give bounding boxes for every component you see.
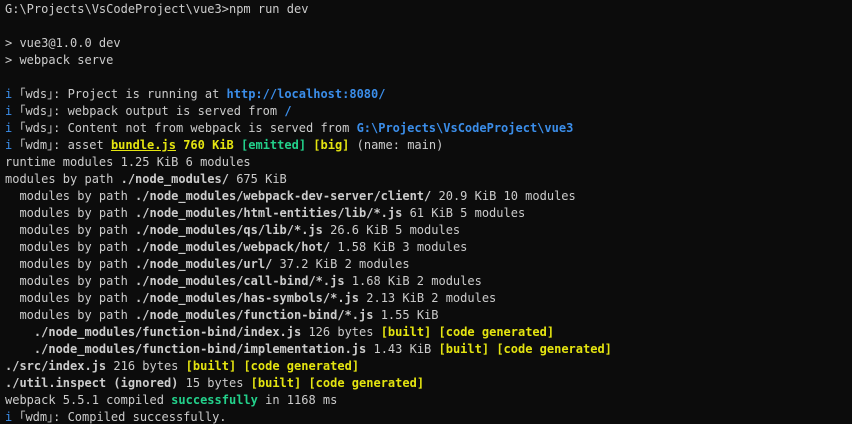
terminal-line: ./node_modules/function-bind/index.js 12…: [5, 324, 852, 341]
terminal-text: modules by path: [5, 257, 136, 271]
terminal-text: 216 bytes: [106, 359, 186, 373]
terminal-text: ./node_modules/qs/lib/*.js: [135, 223, 323, 237]
terminal-line: modules by path ./node_modules/ 675 KiB: [5, 171, 852, 188]
terminal-text: ./node_modules/webpack-dev-server/client…: [135, 189, 432, 203]
terminal-line: > webpack serve: [5, 52, 852, 69]
terminal-text: > vue3@1.0.0 dev: [5, 36, 121, 50]
terminal-text: [code generated]: [438, 325, 555, 339]
terminal-text: ./util.inspect (ignored): [5, 376, 179, 390]
terminal-text: 61 KiB 5 modules: [402, 206, 526, 220]
terminal-line: G:\Projects\VsCodeProject\vue3>npm run d…: [5, 1, 852, 18]
terminal-text: [emitted]: [241, 138, 307, 152]
terminal-text: [code generated]: [243, 359, 360, 373]
terminal-text: ｢wdm｣: Compiled successfully.: [19, 410, 227, 424]
terminal-text: modules by path: [5, 274, 136, 288]
terminal-text: ./node_modules/webpack/hot/: [135, 240, 331, 254]
terminal-text: [code generated]: [496, 342, 612, 356]
terminal-text: modules by path: [5, 308, 136, 322]
terminal-text: 675 KiB: [228, 172, 287, 186]
terminal-line: i ｢wds｣: webpack output is served from /: [5, 103, 852, 120]
terminal-text: modules by path: [5, 189, 136, 203]
terminal-line: i ｢wdm｣: asset bundle.js 760 KiB [emitte…: [5, 137, 852, 154]
terminal-text: 1.55 KiB: [373, 308, 439, 322]
terminal-line: ./src/index.js 216 bytes [built] [code g…: [5, 358, 852, 375]
terminal-text: [built]: [380, 325, 432, 339]
terminal-text: ./node_modules/url/: [135, 257, 273, 271]
terminal-text: 1.58 KiB 3 modules: [330, 240, 468, 254]
terminal-text: ./node_modules/: [120, 172, 229, 186]
terminal-text: ./node_modules/function-bind/*.js: [135, 308, 374, 322]
terminal-text: modules by path: [5, 223, 136, 237]
terminal-text: i: [5, 87, 20, 101]
terminal-text: in 1168 ms: [257, 393, 338, 407]
terminal-line: modules by path ./node_modules/function-…: [5, 307, 852, 324]
terminal-text: i: [5, 410, 20, 424]
terminal-text: [built]: [438, 342, 490, 356]
terminal-line: modules by path ./node_modules/call-bind…: [5, 273, 852, 290]
terminal-text: ｢wdm｣: asset: [19, 138, 111, 152]
terminal-text: ｢wds｣: Content not from webpack is serve…: [19, 121, 357, 135]
terminal-text: i: [5, 104, 20, 118]
terminal-text: runtime modules 1.25 KiB 6 modules: [5, 155, 251, 169]
terminal-text: ｢wds｣: webpack output is served from: [19, 104, 285, 118]
terminal-text: ./node_modules/html-entities/lib/*.js: [135, 206, 403, 220]
terminal-text: successfully: [171, 393, 258, 407]
terminal-text: > webpack serve: [5, 53, 114, 67]
terminal-text: webpack 5.5.1 compiled: [5, 393, 172, 407]
terminal-line: modules by path ./node_modules/url/ 37.2…: [5, 256, 852, 273]
terminal-line: modules by path ./node_modules/webpack/h…: [5, 239, 852, 256]
terminal-text: modules by path: [5, 172, 121, 186]
terminal-text: modules by path: [5, 240, 136, 254]
terminal-text: 26.6 KiB 5 modules: [322, 223, 461, 237]
terminal-text: [built]: [185, 359, 237, 373]
terminal-text: ./node_modules/has-symbols/*.js: [135, 291, 360, 305]
terminal-text: [big]: [313, 138, 350, 152]
terminal-text: [built]: [250, 376, 302, 390]
terminal-text: 1.68 KiB 2 modules: [344, 274, 482, 288]
terminal-text: http://localhost:8080/: [226, 87, 386, 101]
terminal-text: 1.43 KiB: [366, 342, 439, 356]
terminal-line: i ｢wds｣: Project is running at http://lo…: [5, 86, 852, 103]
terminal-line: modules by path ./node_modules/html-enti…: [5, 205, 852, 222]
terminal-text: ./node_modules/function-bind/index.js: [33, 325, 302, 339]
terminal-line: > vue3@1.0.0 dev: [5, 35, 852, 52]
terminal-text: ./src/index.js: [5, 359, 107, 373]
terminal-text: ./node_modules/function-bind/implementat…: [33, 342, 367, 356]
terminal-text: modules by path: [5, 291, 136, 305]
terminal-output[interactable]: G:\Projects\VsCodeProject\vue3>npm run d…: [0, 0, 852, 424]
terminal-line: modules by path ./node_modules/webpack-d…: [5, 188, 852, 205]
terminal-text: 20.9 KiB 10 modules: [431, 189, 576, 203]
terminal-text: G:\Projects\VsCodeProject\vue3>npm run d…: [5, 2, 309, 16]
terminal-text: i: [5, 121, 20, 135]
terminal-line: i ｢wdm｣: Compiled successfully.: [5, 409, 852, 424]
terminal-line: runtime modules 1.25 KiB 6 modules: [5, 154, 852, 171]
terminal-text: modules by path: [5, 206, 136, 220]
terminal-text: /: [284, 104, 292, 118]
terminal-line: modules by path ./node_modules/has-symbo…: [5, 290, 852, 307]
terminal-text: ./node_modules/call-bind/*.js: [135, 274, 345, 288]
terminal-text: 2.13 KiB 2 modules: [359, 291, 497, 305]
terminal-line: modules by path ./node_modules/qs/lib/*.…: [5, 222, 852, 239]
terminal-text: ｢wds｣: Project is running at: [19, 87, 227, 101]
terminal-text: i: [5, 138, 20, 152]
terminal-line: ./util.inspect (ignored) 15 bytes [built…: [5, 375, 852, 392]
terminal-text: 37.2 KiB 2 modules: [272, 257, 410, 271]
terminal-line: i ｢wds｣: Content not from webpack is ser…: [5, 120, 852, 137]
terminal-text: G:\Projects\VsCodeProject\vue3: [356, 121, 574, 135]
terminal-text: 15 bytes: [178, 376, 251, 390]
terminal-line: ./node_modules/function-bind/implementat…: [5, 341, 852, 358]
terminal-line: webpack 5.5.1 compiled successfully in 1…: [5, 392, 852, 409]
terminal-text: [code generated]: [308, 376, 425, 390]
terminal-text: (name: main): [349, 138, 444, 152]
terminal-text: bundle.js: [110, 138, 176, 152]
terminal-text: 126 bytes: [301, 325, 381, 339]
terminal-text: 760 KiB: [183, 138, 234, 152]
